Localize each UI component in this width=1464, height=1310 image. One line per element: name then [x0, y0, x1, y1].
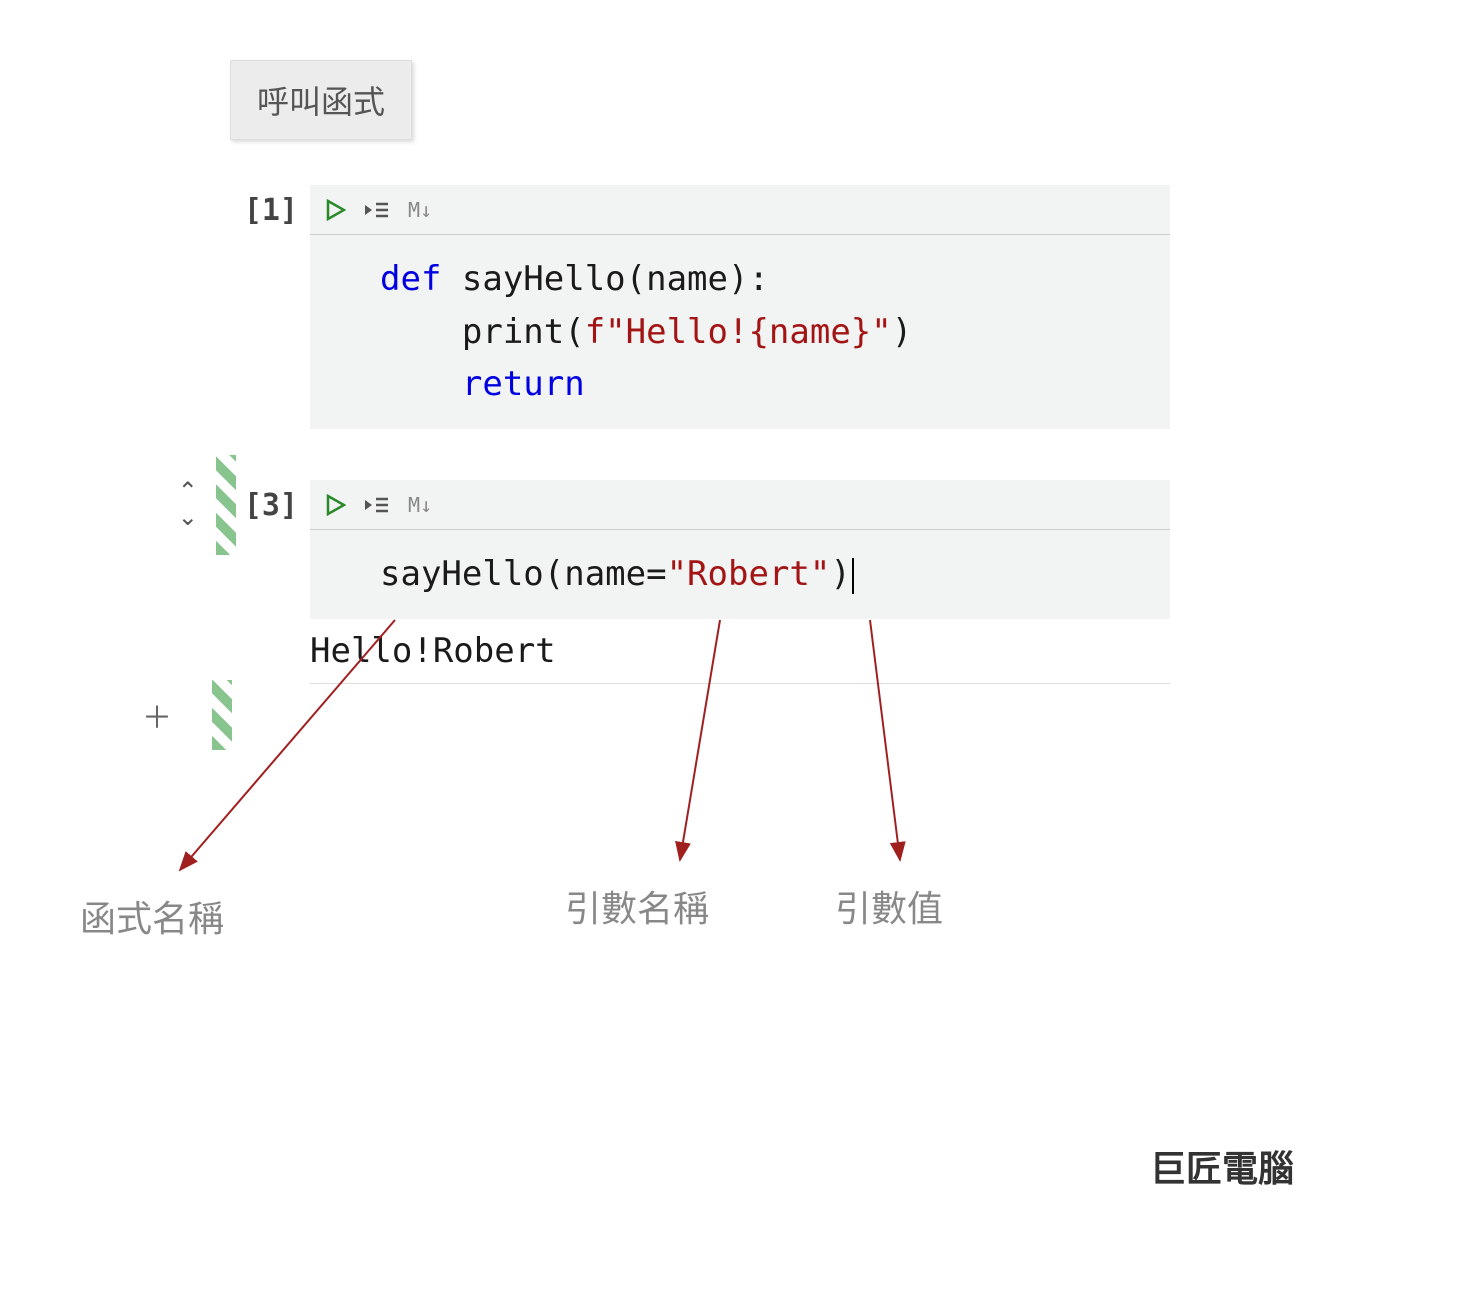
move-cell-up-icon[interactable]: ⌃: [178, 480, 198, 504]
run-cell-icon[interactable]: [326, 494, 346, 516]
run-by-line-icon[interactable]: [364, 199, 390, 221]
markdown-toggle[interactable]: M↓: [408, 198, 432, 222]
cell-2-gutter: ⌃ ⌄ [3]: [140, 480, 310, 530]
modified-indicator: [216, 455, 236, 555]
section-title: 呼叫函式: [230, 60, 412, 140]
watermark: 巨匠電腦: [1150, 1140, 1294, 1192]
cell-1-code[interactable]: def sayHello(name): print(f"Hello!{name}…: [310, 235, 1170, 429]
add-cell-row: ＋: [142, 680, 232, 750]
run-by-line-icon[interactable]: [364, 494, 390, 516]
add-cell-icon[interactable]: ＋: [142, 693, 172, 737]
annotation-function-name: 函式名稱: [80, 890, 224, 942]
code-cell-2: ⌃ ⌄ [3] M↓: [140, 480, 1170, 684]
markdown-toggle[interactable]: M↓: [408, 493, 432, 517]
run-cell-icon[interactable]: [326, 199, 346, 221]
cell-1-toolbar: M↓: [310, 185, 1170, 235]
move-cell-down-icon[interactable]: ⌄: [178, 506, 198, 530]
cell-2-toolbar: M↓: [310, 480, 1170, 530]
cell-2-prompt: [3]: [244, 488, 298, 523]
cell-1-prompt: [1]: [244, 193, 298, 228]
cell-2-output: Hello!Robert: [310, 619, 1170, 684]
text-cursor: [852, 558, 854, 594]
code-cell-1: [1] M↓ def sayHello(name): print(f"He: [140, 185, 1170, 429]
annotation-arg-value: 引數值: [835, 880, 943, 932]
annotation-arg-name: 引數名稱: [565, 880, 709, 932]
modified-indicator: [212, 680, 232, 750]
cell-1-gutter: [1]: [140, 185, 310, 235]
cell-2-code[interactable]: sayHello(name="Robert"): [310, 530, 1170, 619]
